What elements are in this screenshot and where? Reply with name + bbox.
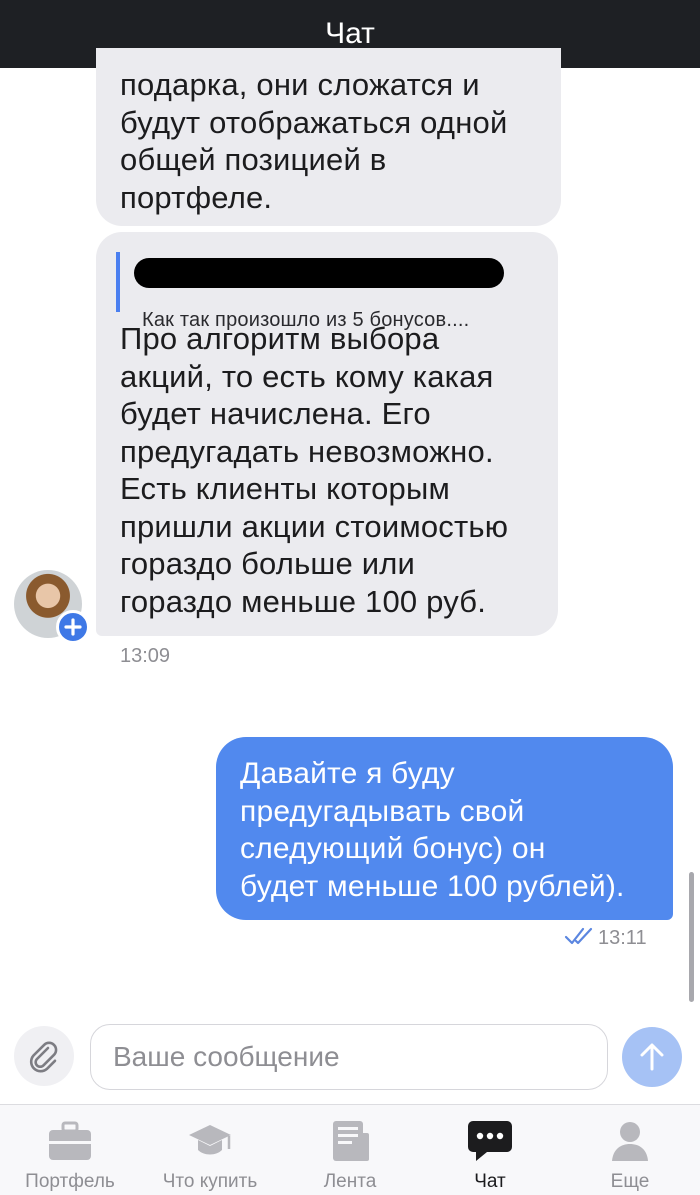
- person-icon: [612, 1122, 648, 1161]
- message-input[interactable]: [90, 1024, 608, 1090]
- incoming-message-reply[interactable]: Как так произошло из 5 бонусов.... Про а…: [96, 232, 558, 636]
- message-text: подарка, они сложатся и будут отображать…: [120, 67, 508, 215]
- send-button[interactable]: [622, 1027, 682, 1087]
- chat-bubble-icon: [468, 1121, 512, 1161]
- message-time: 13:11: [598, 927, 647, 949]
- incoming-message[interactable]: подарка, они сложатся и будут отображать…: [96, 48, 561, 226]
- scrollbar[interactable]: [689, 872, 694, 1002]
- briefcase-icon: [49, 1121, 91, 1160]
- quoted-message[interactable]: Как так произошло из 5 бонусов....: [116, 252, 546, 331]
- tab-chat[interactable]: Чат: [420, 1105, 560, 1195]
- header-title: Чат: [325, 17, 375, 50]
- tab-what-to-buy[interactable]: Что купить: [140, 1105, 280, 1195]
- message-text: Давайте я буду предугадывать свой следую…: [240, 757, 625, 903]
- tab-label: Еще: [610, 1171, 650, 1192]
- read-checkmarks-icon: [564, 927, 593, 945]
- tab-feed[interactable]: Лента: [280, 1105, 420, 1195]
- plus-icon[interactable]: [56, 610, 90, 644]
- message-text: Про алгоритм выбора акций, то есть кому …: [120, 321, 509, 619]
- outgoing-message[interactable]: Давайте я буду предугадывать свой следую…: [216, 737, 673, 920]
- tab-label: Что купить: [162, 1171, 258, 1192]
- message-time: 13:09: [120, 645, 171, 667]
- avatar[interactable]: [14, 570, 90, 644]
- newspaper-icon: [333, 1121, 369, 1161]
- paperclip-icon: [29, 1041, 58, 1073]
- graduation-cap-icon: [189, 1125, 231, 1155]
- arrow-up-icon: [640, 1043, 664, 1071]
- tab-bar: Портфель Что купить Лента Чат Еще: [0, 1104, 700, 1195]
- tab-label: Портфель: [25, 1171, 115, 1192]
- tab-more[interactable]: Еще: [560, 1105, 700, 1195]
- tab-label: Лента: [323, 1171, 377, 1192]
- redacted-quote-author: [134, 258, 504, 288]
- attach-button[interactable]: [14, 1026, 74, 1086]
- tab-portfolio[interactable]: Портфель: [0, 1105, 140, 1195]
- tab-label: Чат: [474, 1171, 506, 1192]
